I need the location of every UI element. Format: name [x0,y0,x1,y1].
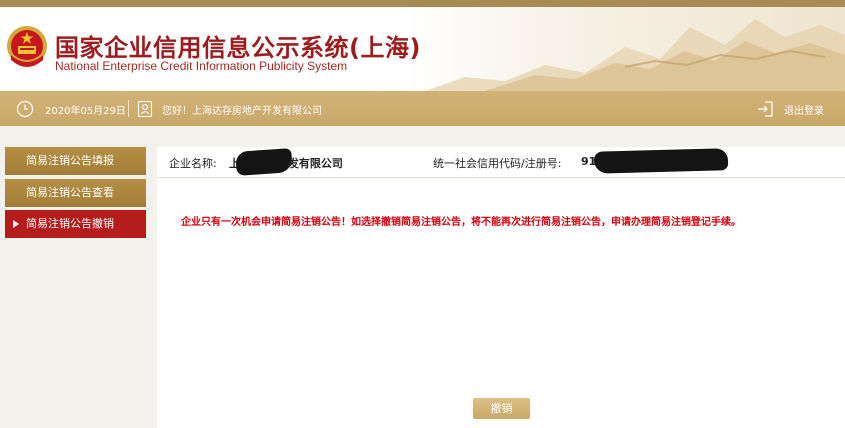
sidebar-item-label: 简易注销公告撤销 [26,217,114,230]
great-wall-mountain-illustration [425,19,845,91]
logout-label: 退出登录 [784,105,824,117]
logout-arrow-icon [758,101,773,117]
credit-code-label: 统一社会信用代码/注册号: [433,157,562,170]
sidebar-item-label: 简易注销公告查看 [26,186,114,199]
revoke-warning-message: 企业只有一次机会申请简易注销公告！如选择撤销简易注销公告，将不能再次进行简易注销… [181,217,741,228]
redaction-mark [593,148,729,174]
user-card-icon [137,100,153,118]
info-bar: 2020年05月29日 您好！上海达存房地产开发有限公司 退出登录 [0,91,845,126]
redaction-mark [235,148,293,176]
current-date: 2020年05月29日 [45,106,126,117]
main-content: 企业名称: 上 房地产开发有限公司 统一社会信用代码/注册号: 91 企业只有一… [157,147,845,428]
user-greeting: 您好！上海达存房地产开发有限公司 [162,106,322,117]
clock-icon [16,100,34,118]
national-emblem-icon [7,26,47,67]
site-title-english: National Enterprise Credit Information P… [55,59,348,73]
company-info-row: 企业名称: 上 房地产开发有限公司 统一社会信用代码/注册号: 91 [157,147,845,178]
revoke-button[interactable]: 撤销 [473,398,530,419]
site-title: 国家企业信用信息公示系统(上海) [55,34,421,62]
info-separator [128,100,129,117]
sidebar-item-label: 简易注销公告填报 [26,154,114,167]
site-header: 国家企业信用信息公示系统(上海) National Enterprise Cre… [0,7,845,91]
sidebar-item-revoke[interactable]: 简易注销公告撤销 [5,210,146,238]
top-accent-line [0,0,845,7]
logout-button[interactable]: 退出登录 [756,98,824,120]
company-name-label: 企业名称: [169,157,217,170]
active-arrow-icon [13,220,19,228]
sidebar-item-fill-in[interactable]: 简易注销公告填报 [5,147,146,175]
sidebar-item-view[interactable]: 简易注销公告查看 [5,179,146,207]
